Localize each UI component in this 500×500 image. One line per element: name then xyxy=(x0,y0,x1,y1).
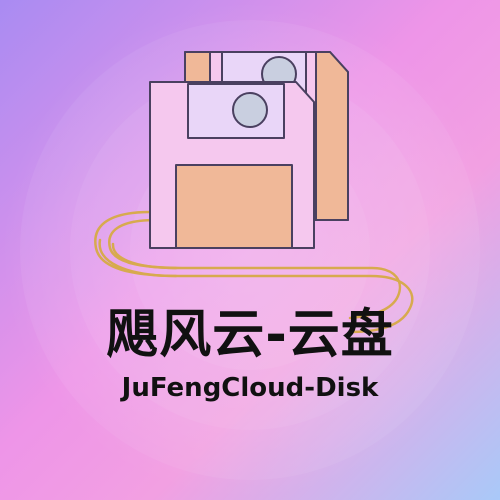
logo-title-chinese: 飓风云-云盘 xyxy=(106,305,394,365)
logo-title-english: JuFengCloud-Disk xyxy=(121,373,379,403)
logo-art xyxy=(5,5,495,495)
floppy-disk-icon xyxy=(149,81,315,249)
